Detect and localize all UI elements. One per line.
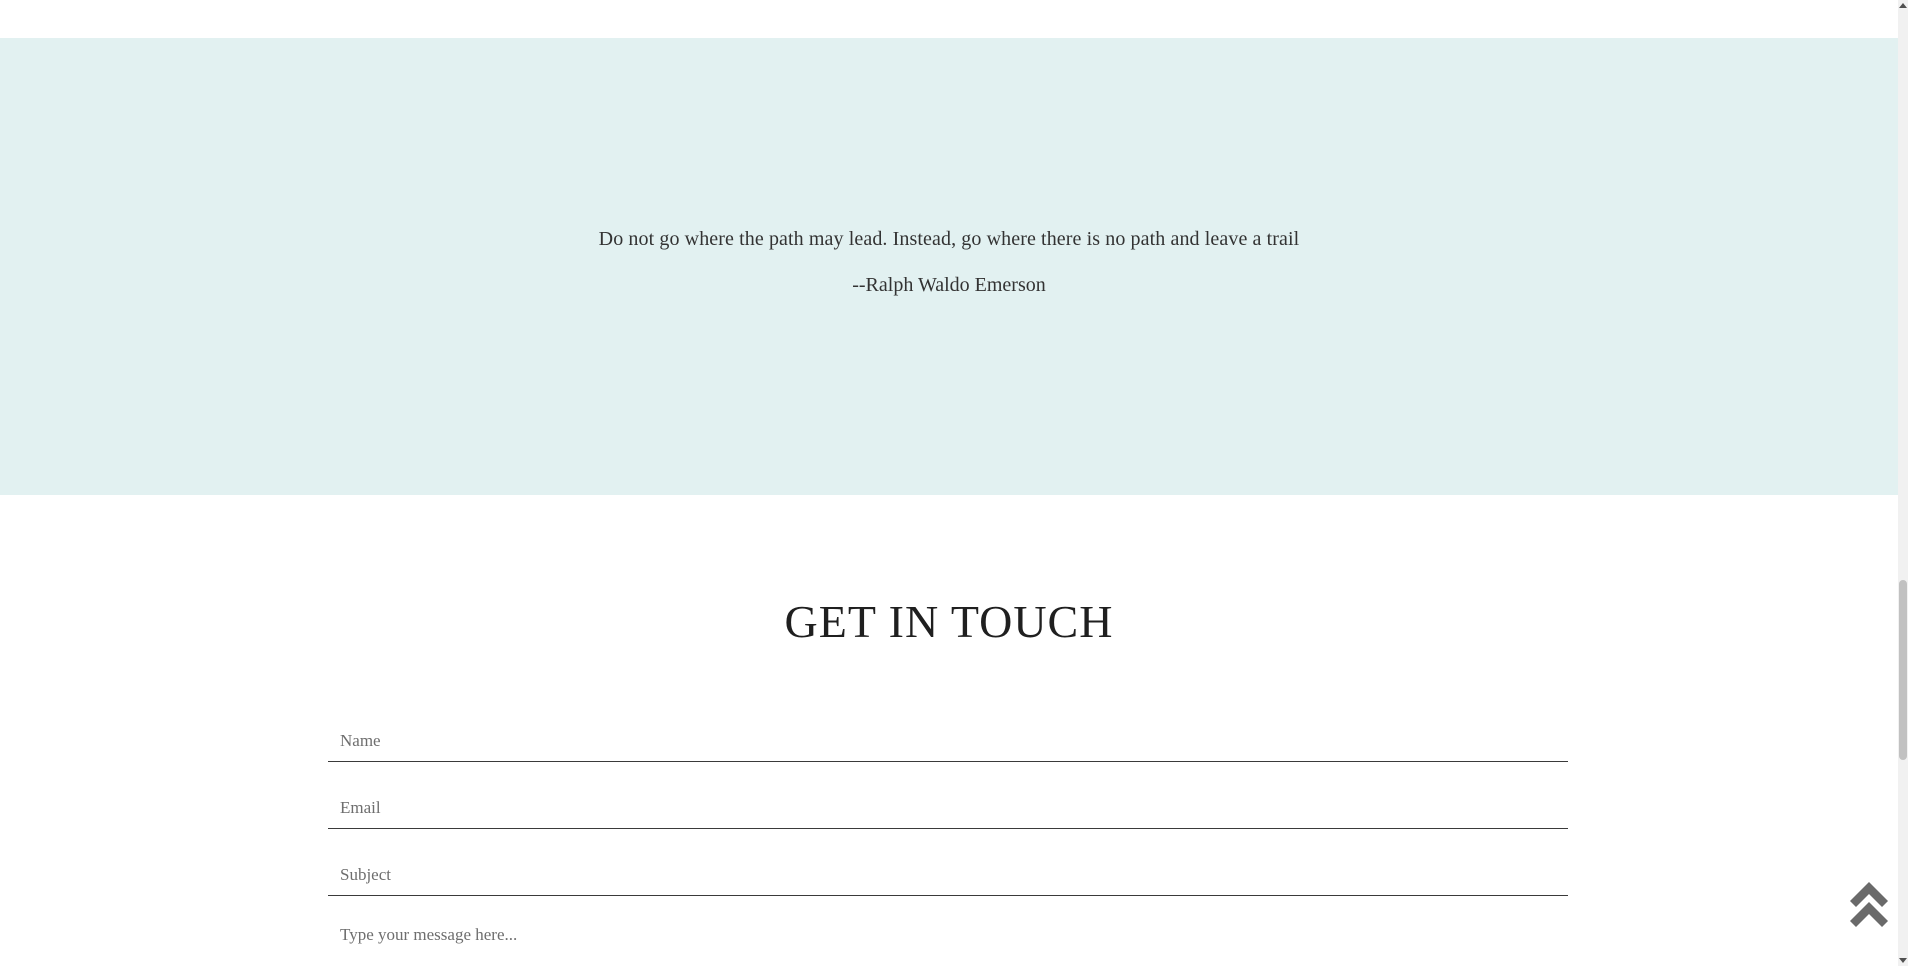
quote-text: Do not go where the path may lead. Inste… [598,228,1300,250]
double-chevron-up-icon [1850,882,1888,927]
name-field[interactable] [328,708,1568,762]
quote-section: Do not go where the path may lead. Inste… [0,38,1898,495]
top-section [0,0,1898,38]
email-field[interactable] [328,775,1568,829]
subject-field[interactable] [328,842,1568,896]
scroll-down-arrow-icon[interactable] [1899,958,1907,963]
scroll-up-arrow-icon[interactable] [1899,3,1907,8]
scroll-thumb[interactable] [1899,580,1907,760]
contact-form [328,708,1568,966]
vertical-scrollbar[interactable] [1898,0,1908,966]
contact-title: GET IN TOUCH [784,596,1114,647]
quote-author: --Ralph Waldo Emerson [852,274,1046,296]
back-to-top-button[interactable] [1848,880,1890,932]
page: Do not go where the path may lead. Inste… [0,0,1908,966]
message-field[interactable] [328,909,1568,966]
